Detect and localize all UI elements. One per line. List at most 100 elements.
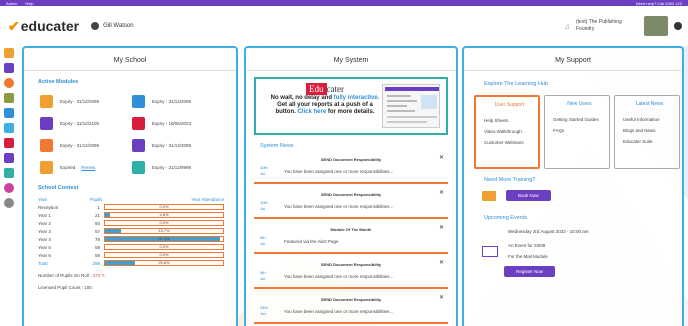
hub-link[interactable]: Useful Information: [623, 117, 676, 122]
news-title: SEND Document Responsibility: [320, 157, 382, 162]
year-cell: Year 3: [38, 228, 51, 234]
hub-link[interactable]: Blogs and News: [623, 128, 676, 133]
pupils-cell: 79: [94, 236, 100, 242]
my-support-panel: My Support Explore The Learning Hub User…: [462, 46, 684, 326]
attendance-bar: 0.0%: [104, 220, 224, 226]
gear-icon[interactable]: [4, 198, 14, 208]
hub-link[interactable]: Help Sheets: [484, 118, 535, 123]
bell-icon[interactable]: ♫: [564, 22, 570, 31]
school-selector[interactable]: Gill Watson: [91, 22, 134, 30]
hub-link[interactable]: Customer Webinars: [484, 140, 535, 145]
news-month: Jun: [260, 311, 267, 316]
hub-column: User Support Help Sheets Video Walkthrough…: [474, 95, 540, 169]
school-context-table: Year Pupils Year Attendance Reception 1 0.…: [38, 197, 224, 267]
pupils-cell: 50: [94, 220, 100, 226]
table-row: Year 6 59 0.0%: [38, 251, 224, 259]
module-item[interactable]: Expired Renew: [38, 159, 130, 175]
target-icon[interactable]: [4, 78, 14, 88]
news-title: SEND Document Responsibility: [320, 192, 382, 197]
year-cell: Year 6: [38, 252, 51, 258]
mail-icon: [482, 246, 498, 257]
help-link[interactable]: Help: [25, 1, 33, 6]
year-cell: Year 5: [38, 244, 51, 250]
attendance-bar: 4.6%: [104, 212, 224, 218]
book-icon[interactable]: [4, 108, 14, 118]
pupils-cell: 21: [94, 212, 100, 218]
module-expiry: Expiry - 31/12/2099: [60, 98, 100, 104]
pupils-cell: 298: [92, 260, 100, 266]
hub-link[interactable]: Video Walkthrough: [484, 129, 535, 134]
panel-title: My School: [24, 48, 236, 71]
module-item[interactable]: Expiry - 31/12/2099: [38, 93, 130, 109]
table-row: Year 4 79 97.3%: [38, 235, 224, 243]
school-name: Gill Watson: [103, 23, 134, 29]
module-expiry: Expiry - 19/06/2023: [152, 120, 192, 126]
module-item[interactable]: Expiry - 19/06/2023: [130, 115, 222, 131]
module-item[interactable]: Expiry - 31/12/2100: [38, 115, 130, 131]
close-icon[interactable]: ✕: [439, 259, 444, 266]
module-item[interactable]: Expiry - 31/12/2099: [130, 93, 222, 109]
banner-brand-2: cater: [326, 84, 344, 94]
news-item[interactable]: SEND Document Responsibility 5th Jul You ha…: [254, 258, 448, 289]
bridge-icon[interactable]: [4, 168, 14, 178]
module-item[interactable]: Expiry - 31/12/2099: [38, 137, 130, 153]
news-item[interactable]: Module Of The Month 5th Jul Featured via th…: [254, 223, 448, 254]
people-icon[interactable]: [4, 183, 14, 193]
book-now-button[interactable]: Book Now: [506, 190, 551, 201]
table-row: Year 3 57 13.7%: [38, 227, 224, 235]
module-item[interactable]: Expiry - 31/12/2099: [130, 137, 222, 153]
table-row: Year 2 50 0.0%: [38, 219, 224, 227]
licensed-pupil-count: Licensed Pupil Count : 100: [38, 285, 92, 290]
news-month: Jul: [260, 171, 266, 176]
report-icon[interactable]: [4, 123, 14, 133]
chart-icon[interactable]: [4, 93, 14, 103]
attendance-pct: 0.0%: [159, 244, 169, 249]
register-now-button[interactable]: Register Now: [504, 266, 556, 277]
attendance-bar: 97.3%: [104, 236, 224, 242]
banner-click-here[interactable]: Click here: [297, 109, 326, 115]
learning-hub: User Support Help Sheets Video Walkthrough…: [474, 95, 682, 169]
attendance-pct: 13.7%: [158, 228, 170, 233]
pupils-cell: 57: [94, 228, 100, 234]
admin-link[interactable]: Admin: [6, 1, 17, 6]
learning-hub-title: Explore The Learning Hub: [484, 81, 549, 87]
table-row: Reception 1 0.0%: [38, 203, 224, 211]
user-icon[interactable]: [674, 22, 682, 30]
hand-icon: [38, 115, 54, 131]
table-row: Year 5 59 0.0%: [38, 243, 224, 251]
attendance-bar: 25.6%: [104, 260, 224, 266]
hub-link[interactable]: Getting Started Guides: [553, 117, 606, 122]
news-body: You have been assigned one or more respo…: [284, 274, 394, 279]
banner-brand-1: Edu: [306, 83, 327, 95]
mail-icon[interactable]: [4, 153, 14, 163]
year-cell: Year 2: [38, 220, 51, 226]
close-icon[interactable]: ✕: [439, 189, 444, 196]
panel-title: My Support: [464, 48, 682, 71]
close-icon[interactable]: ✕: [439, 224, 444, 231]
book-icon: [130, 93, 146, 109]
hub-column-heading[interactable]: New Users: [553, 101, 606, 107]
hub-column: New Users Getting Started Guides FAQs: [544, 95, 610, 169]
edit-icon[interactable]: ✎: [101, 273, 105, 278]
certificate-icon[interactable]: [4, 138, 14, 148]
pupils-on-roll: Number of Pupils On Roll : 473 ✎: [38, 273, 236, 279]
hub-column-heading[interactable]: User Support: [484, 102, 535, 108]
hub-link[interactable]: FAQs: [553, 128, 606, 133]
news-item[interactable]: SEND Document Responsibility 10th Jul You h…: [254, 188, 448, 219]
news-item[interactable]: SEND Document Responsibility 10th Jul You h…: [254, 153, 448, 184]
hub-link[interactable]: Educater Suite: [623, 139, 676, 144]
hub-column-heading[interactable]: Latest News: [623, 101, 676, 107]
hand-icon[interactable]: [4, 63, 14, 73]
close-icon[interactable]: ✕: [439, 294, 444, 301]
news-item[interactable]: SEND Document Responsibility 24th Jun You h…: [254, 293, 448, 324]
planner-icon[interactable]: [4, 48, 14, 58]
news-title: SEND Document Responsibility: [320, 297, 382, 302]
renew-link[interactable]: Renew: [81, 165, 95, 170]
promo-banner[interactable]: Edu cater No wait, no delay and fully int…: [254, 77, 448, 135]
avatar[interactable]: [644, 16, 668, 36]
educater-logo[interactable]: ✔ educater: [8, 18, 79, 35]
module-item[interactable]: Expiry - 31/12/9999: [130, 159, 222, 175]
attendance-bar: 13.7%: [104, 228, 224, 234]
certificate-icon: [130, 115, 146, 131]
close-icon[interactable]: ✕: [439, 154, 444, 161]
